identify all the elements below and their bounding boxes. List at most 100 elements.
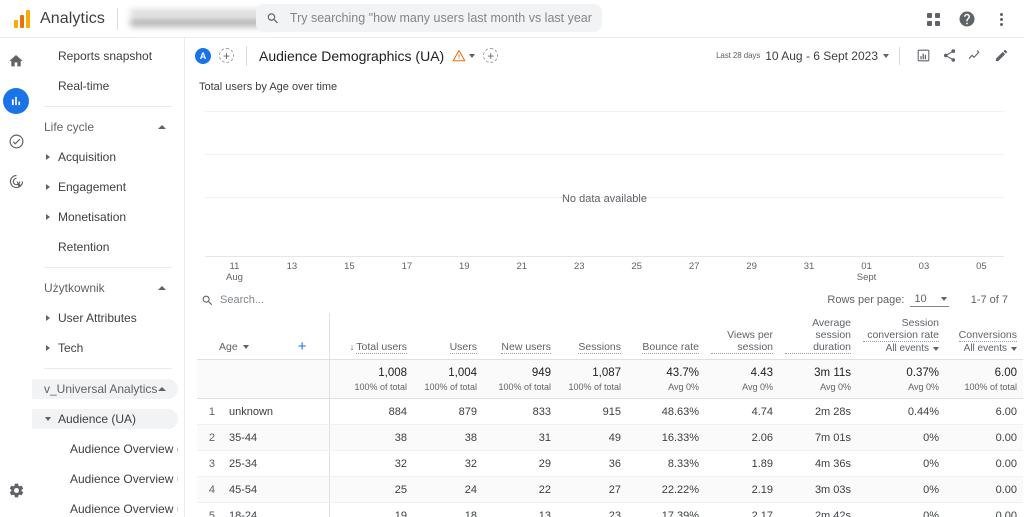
row-dimension[interactable]: 18-24 <box>223 502 330 517</box>
avatar[interactable]: A <box>195 47 211 64</box>
sidebar-item-audience-ua[interactable]: Audience (UA) <box>32 409 178 429</box>
row-cell: 48.63% <box>627 398 706 425</box>
sort-desc-icon: ↓ <box>349 342 355 352</box>
admin-gear-icon[interactable] <box>3 477 29 503</box>
chevron-down-icon <box>45 417 51 421</box>
all-events-selector[interactable]: All events <box>886 343 940 354</box>
sidebar-item-audience-overview-location[interactable]: Audience Overview Locati... <box>32 499 178 517</box>
top-bar-actions <box>918 0 1016 38</box>
chevron-down-icon <box>1011 346 1018 351</box>
insights-icon[interactable] <box>962 43 988 69</box>
sidebar-item-user-attributes[interactable]: User Attributes <box>32 308 178 328</box>
compare-icon[interactable] <box>910 43 936 69</box>
advertising-icon[interactable] <box>3 168 29 194</box>
column-header-session-conversion-rate[interactable]: Session conversion rate All events <box>857 313 946 360</box>
share-icon[interactable] <box>936 43 962 69</box>
chevron-right-icon <box>46 345 50 351</box>
divider <box>44 267 172 268</box>
apps-grid-icon[interactable] <box>918 4 948 34</box>
column-label: New users <box>501 341 552 354</box>
row-cell: 32 <box>413 450 484 477</box>
row-dimension[interactable]: 25-34 <box>223 450 330 477</box>
dimension-selector[interactable]: Age <box>219 341 238 353</box>
row-cell: 7m 01s <box>779 424 858 451</box>
row-cell: 0.00 <box>945 476 1024 503</box>
row-cell: 0% <box>857 450 946 477</box>
row-cell: 13 <box>483 502 558 517</box>
row-cell: 2m 42s <box>779 502 858 517</box>
table-row[interactable]: 5 18-24 19 18 13 23 17.39% 2.17 2m 42s 0% 0.00 <box>197 502 1024 517</box>
search-icon <box>202 295 213 305</box>
sidebar-item-audience-overview-language[interactable]: Audience Overview Langu... <box>32 469 178 489</box>
all-events-selector[interactable]: All events <box>964 343 1018 354</box>
column-header-sessions[interactable]: Sessions <box>557 313 628 360</box>
sidebar-item-retention[interactable]: Retention <box>32 237 178 257</box>
icon-rail <box>0 38 32 517</box>
date-range-picker[interactable]: 10 Aug - 6 Sept 2023 <box>765 49 889 63</box>
add-dimension-button[interactable]: + <box>298 339 307 354</box>
sidebar-item-real-time[interactable]: Real-time <box>32 76 178 96</box>
sidebar-item-monetisation[interactable]: Monetisation <box>32 207 178 227</box>
table-search[interactable] <box>201 294 340 307</box>
sidebar-group-life-cycle[interactable]: Life cycle <box>32 117 178 137</box>
table-row[interactable]: 4 45-54 25 24 22 27 22.22% 2.19 3m 03s 0% 0.00 <box>197 476 1024 503</box>
sidebar-item-label: Audience Overview Locati... <box>70 502 178 516</box>
table-row[interactable]: 3 25-34 32 32 29 36 8.33% 1.89 4m 36s 0% 0.00 <box>197 450 1024 477</box>
table-search-input[interactable] <box>220 294 340 306</box>
column-label: Average session duration <box>785 317 852 354</box>
sidebar-group-uzytkownik[interactable]: Użytkownik <box>32 278 178 298</box>
column-header-avg-session-duration[interactable]: Average session duration <box>779 313 858 360</box>
column-header-new-users[interactable]: New users <box>483 313 558 360</box>
sidebar-item-audience-overview-ua[interactable]: Audience Overview (UA) <box>32 439 178 459</box>
home-icon[interactable] <box>3 48 29 74</box>
table-row[interactable]: 2 35-44 38 38 31 49 16.33% 2.06 7m 01s 0% 0.00 <box>197 424 1024 451</box>
row-cell: 879 <box>413 398 484 425</box>
sidebar: Reports snapshot Real-time Life cycle Ac… <box>32 38 185 517</box>
rows-per-page-select[interactable]: 10 <box>910 293 949 307</box>
help-icon[interactable] <box>952 4 982 34</box>
row-cell: 17.39% <box>627 502 706 517</box>
x-axis-tick: 11 Aug <box>226 261 243 283</box>
sidebar-item-label: Tech <box>58 341 84 355</box>
chevron-down-icon <box>883 53 889 58</box>
reports-icon[interactable] <box>3 88 29 114</box>
sidebar-item-acquisition[interactable]: Acquisition <box>32 147 178 167</box>
row-dimension[interactable]: 35-44 <box>223 424 330 451</box>
x-axis-tick: 17 <box>401 261 413 272</box>
explore-icon[interactable] <box>3 128 29 154</box>
add-comparison-button[interactable]: + <box>219 48 234 63</box>
row-dimension[interactable]: unknown <box>223 398 330 425</box>
search-input[interactable] <box>289 11 592 25</box>
global-search[interactable] <box>256 4 602 32</box>
row-cell: 22 <box>483 476 558 503</box>
sidebar-item-engagement[interactable]: Engagement <box>32 177 178 197</box>
sidebar-item-reports-snapshot[interactable]: Reports snapshot <box>32 46 178 66</box>
sidebar-group-label: Life cycle <box>44 120 95 134</box>
sidebar-item-label: Audience (UA) <box>58 412 137 426</box>
column-header-bounce-rate[interactable]: Bounce rate <box>627 313 706 360</box>
column-header-users[interactable]: Users <box>413 313 484 360</box>
column-header-conversions[interactable]: Conversions All events <box>945 313 1024 360</box>
totals-cell: 949 100% of total <box>483 359 558 399</box>
row-dimension[interactable]: 45-54 <box>223 476 330 503</box>
table-controls: Rows per page: 10 1-7 of 7 <box>197 287 1012 313</box>
column-label: Sessions <box>578 341 622 354</box>
sidebar-item-tech[interactable]: Tech <box>32 338 178 358</box>
totals-cell: 4.43 Avg 0% <box>705 359 780 399</box>
row-cell: 22.22% <box>627 476 706 503</box>
rows-per-page-value: 10 <box>914 293 927 305</box>
add-filter-button[interactable]: + <box>483 48 499 63</box>
table-row[interactable]: 1 unknown 884 879 833 915 48.63% 4.74 2m 28s 0.44… <box>197 398 1024 425</box>
column-header-total-users[interactable]: ↓ Total users <box>328 313 414 360</box>
column-header-views-per-session[interactable]: Views per session <box>705 313 780 360</box>
edit-icon[interactable] <box>988 43 1014 69</box>
row-cell: 16.33% <box>627 424 706 451</box>
sidebar-group-universal-analytics[interactable]: v_Universal Analytics <box>32 379 178 399</box>
row-cell: 18 <box>413 502 484 517</box>
more-vert-icon[interactable] <box>986 4 1016 34</box>
app-body: Reports snapshot Real-time Life cycle Ac… <box>0 38 1024 517</box>
divider <box>899 46 900 65</box>
chevron-up-icon <box>158 387 166 391</box>
warning-badge[interactable] <box>452 49 476 62</box>
row-cell: 2m 28s <box>779 398 858 425</box>
